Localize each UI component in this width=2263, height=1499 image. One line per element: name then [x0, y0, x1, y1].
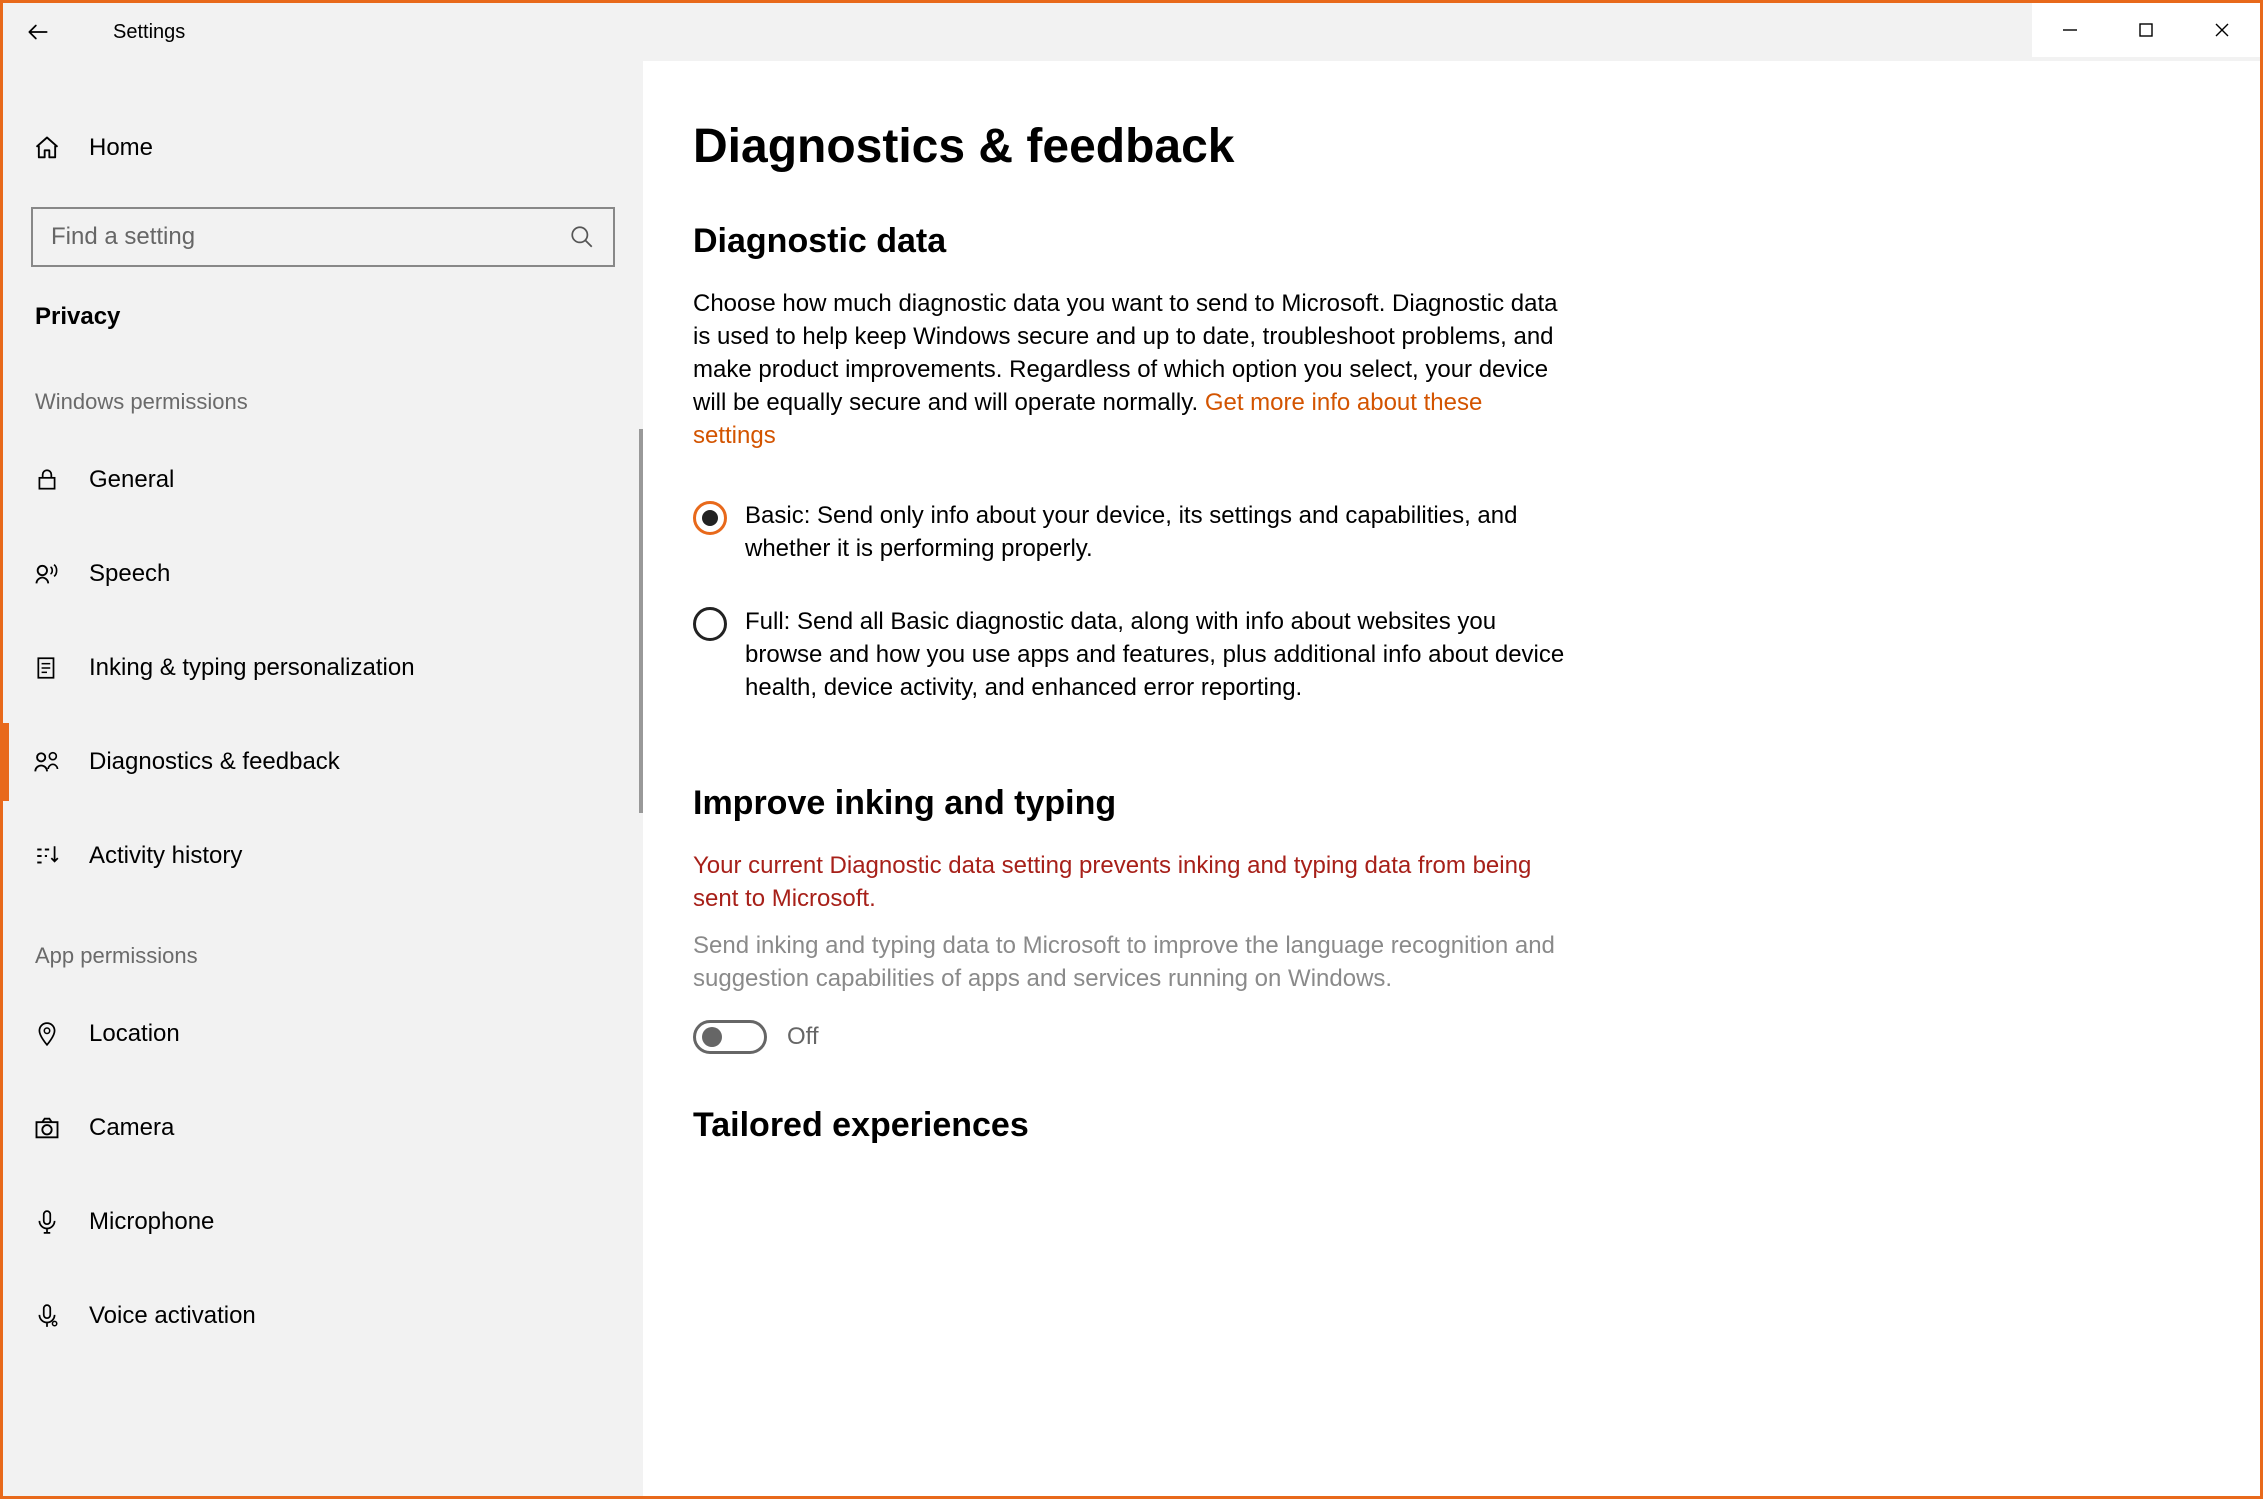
- sidebar-category: Privacy: [3, 285, 643, 349]
- sidebar-home[interactable]: Home: [3, 111, 643, 185]
- sidebar-item-label: Diagnostics & feedback: [89, 748, 340, 776]
- sidebar-item-label: Inking & typing personalization: [89, 654, 415, 682]
- search-icon: [569, 224, 595, 250]
- sidebar-item-label: Microphone: [89, 1208, 214, 1236]
- search-wrap: Find a setting: [3, 185, 643, 285]
- radio-button-icon: [693, 607, 727, 641]
- sidebar-item-microphone[interactable]: Microphone: [3, 1175, 643, 1269]
- section-inking-heading: Improve inking and typing: [693, 784, 2186, 823]
- inking-icon: [31, 652, 63, 684]
- sidebar-item-voice[interactable]: Voice activation: [3, 1269, 643, 1363]
- sidebar-item-activity[interactable]: Activity history: [3, 809, 643, 903]
- sidebar-item-label: Voice activation: [89, 1302, 256, 1330]
- inking-toggle-row: Off: [693, 1020, 2186, 1054]
- sidebar-item-inking[interactable]: Inking & typing personalization: [3, 621, 643, 715]
- sidebar: Home Find a setting Privacy Windows perm…: [3, 61, 643, 1496]
- radio-full-label: Full: Send all Basic diagnostic data, al…: [745, 605, 1573, 704]
- sidebar-item-speech[interactable]: Speech: [3, 527, 643, 621]
- home-icon: [31, 132, 63, 164]
- radio-basic-label: Basic: Send only info about your device,…: [745, 499, 1573, 565]
- close-icon: [2213, 21, 2231, 39]
- feedback-icon: [31, 746, 63, 778]
- page-title: Diagnostics & feedback: [693, 119, 2186, 174]
- minimize-icon: [2061, 21, 2079, 39]
- sidebar-item-label: Location: [89, 1020, 180, 1048]
- maximize-button[interactable]: [2108, 3, 2184, 57]
- inking-toggle-state: Off: [787, 1023, 819, 1051]
- search-placeholder: Find a setting: [51, 223, 195, 251]
- group-app-permissions: App permissions: [3, 903, 643, 987]
- radio-basic[interactable]: Basic: Send only info about your device,…: [693, 499, 1573, 565]
- maximize-icon: [2137, 21, 2155, 39]
- minimize-button[interactable]: [2032, 3, 2108, 57]
- titlebar: Settings: [3, 3, 2260, 61]
- camera-icon: [31, 1112, 63, 1144]
- inking-warning: Your current Diagnostic data setting pre…: [693, 849, 1563, 915]
- sidebar-item-label: Speech: [89, 560, 170, 588]
- close-button[interactable]: [2184, 3, 2260, 57]
- speech-icon: [31, 558, 63, 590]
- diagnostic-data-paragraph: Choose how much diagnostic data you want…: [693, 287, 1563, 453]
- sidebar-item-location[interactable]: Location: [3, 987, 643, 1081]
- sidebar-item-label: Camera: [89, 1114, 174, 1142]
- app-title: Settings: [113, 21, 185, 44]
- window-controls: [2032, 3, 2260, 57]
- activity-icon: [31, 840, 63, 872]
- sidebar-item-diagnostics[interactable]: Diagnostics & feedback: [3, 715, 643, 809]
- sidebar-item-general[interactable]: General: [3, 433, 643, 527]
- radio-full[interactable]: Full: Send all Basic diagnostic data, al…: [693, 605, 1573, 704]
- section-diagnostic-data-heading: Diagnostic data: [693, 222, 2186, 261]
- inking-toggle[interactable]: [693, 1020, 767, 1054]
- search-input[interactable]: Find a setting: [31, 207, 615, 267]
- location-icon: [31, 1018, 63, 1050]
- back-button[interactable]: [3, 3, 73, 61]
- sidebar-item-label: Activity history: [89, 842, 242, 870]
- back-arrow-icon: [25, 19, 51, 45]
- main-content: Diagnostics & feedback Diagnostic data C…: [643, 61, 2260, 1496]
- voice-icon: [31, 1300, 63, 1332]
- inking-description: Send inking and typing data to Microsoft…: [693, 929, 1563, 995]
- lock-icon: [31, 464, 63, 496]
- sidebar-item-camera[interactable]: Camera: [3, 1081, 643, 1175]
- sidebar-home-label: Home: [89, 134, 153, 162]
- group-windows-permissions: Windows permissions: [3, 349, 643, 433]
- sidebar-item-label: General: [89, 466, 174, 494]
- radio-button-icon: [693, 501, 727, 535]
- section-tailored-heading: Tailored experiences: [693, 1106, 2186, 1145]
- microphone-icon: [31, 1206, 63, 1238]
